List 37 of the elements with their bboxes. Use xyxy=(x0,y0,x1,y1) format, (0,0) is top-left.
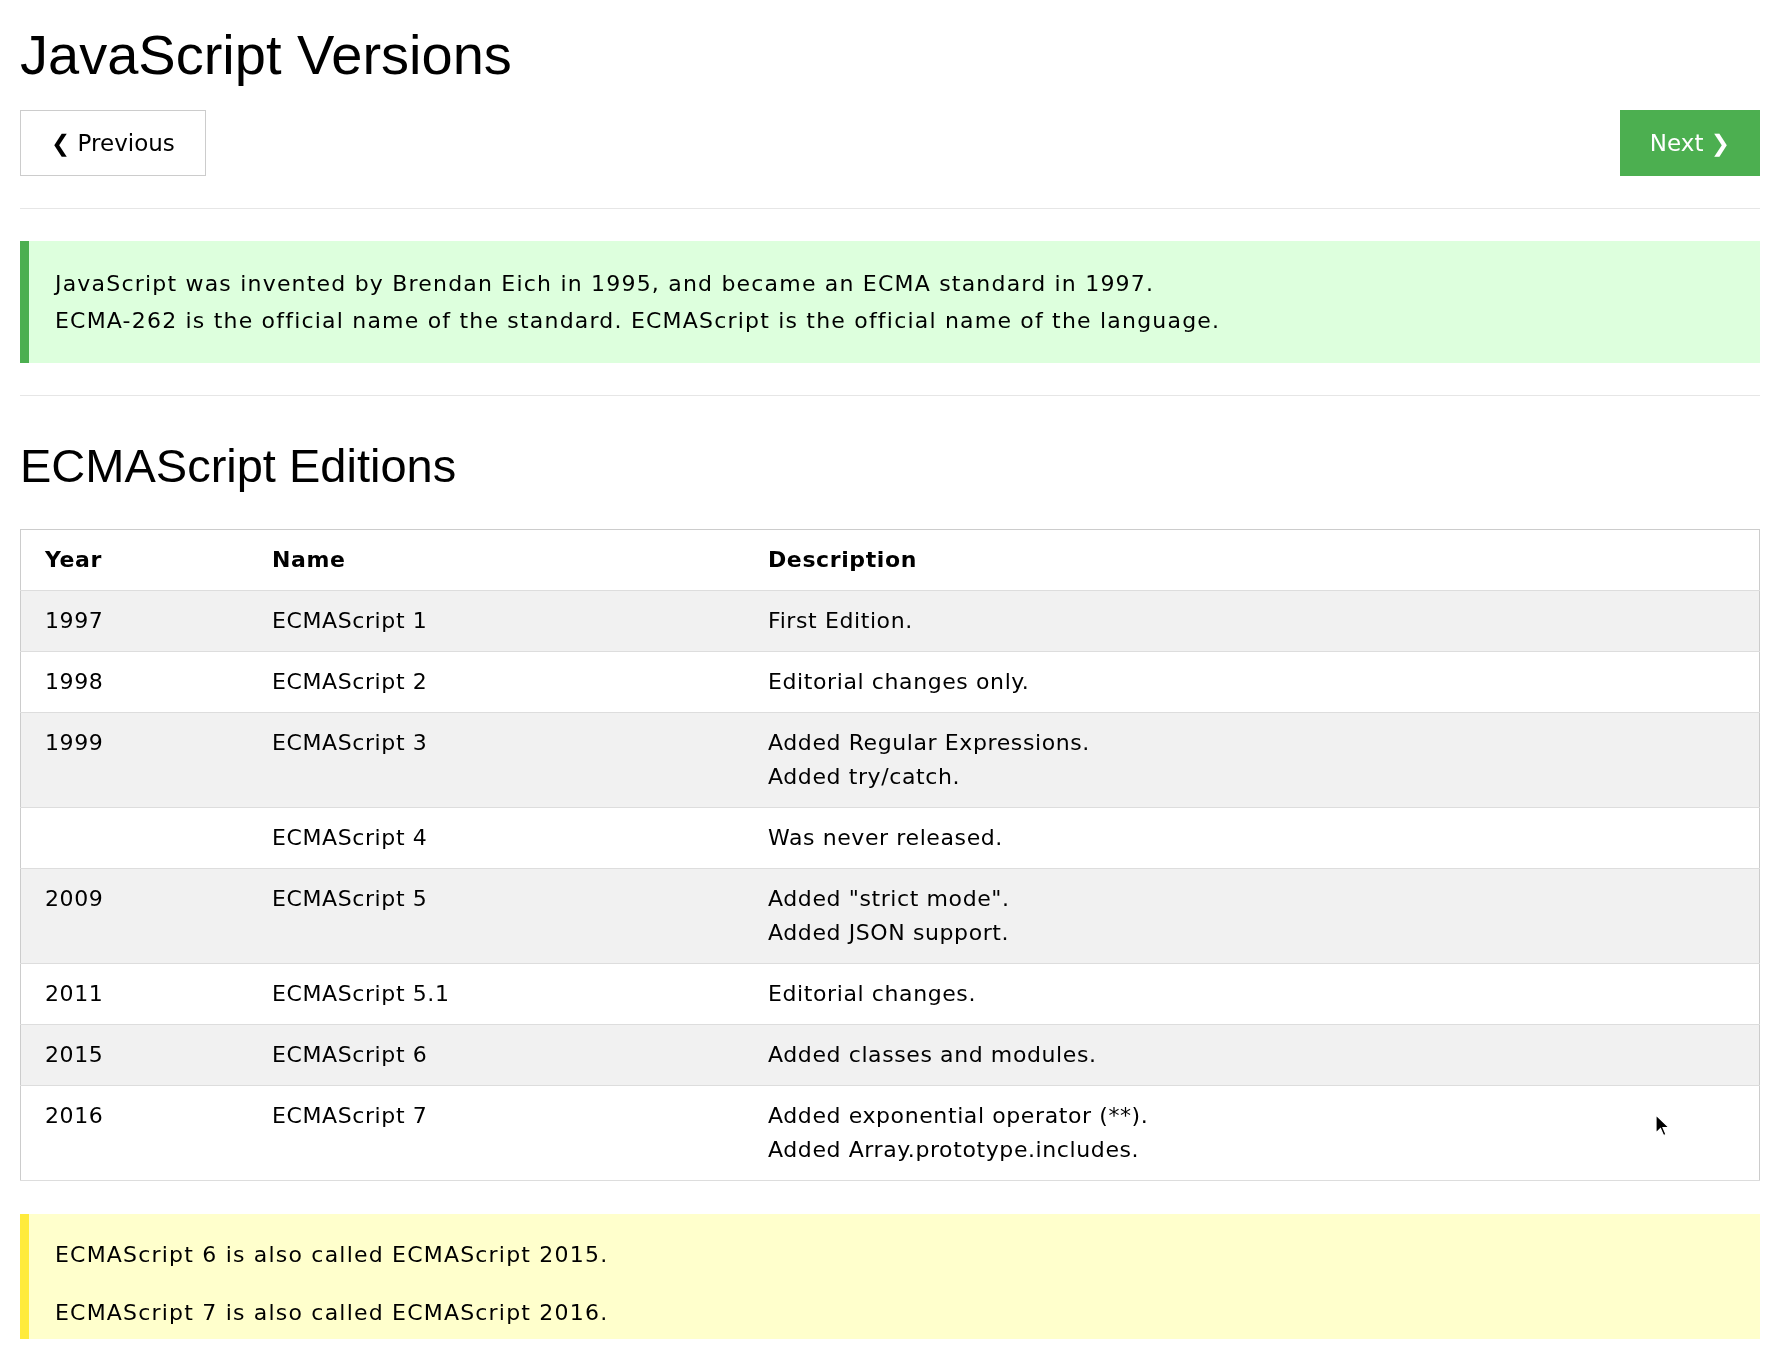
table-cell: Added "strict mode". xyxy=(768,882,1010,916)
column-header: Year xyxy=(20,529,248,591)
table-cell: Added exponential operator (**). xyxy=(768,1099,1149,1133)
column-header: Description xyxy=(744,529,1760,591)
table-cell: Added classes and modules. xyxy=(768,1038,1097,1072)
table-cell: 1999 xyxy=(45,730,104,755)
table-cell: 2011 xyxy=(45,981,104,1006)
table-cell: ECMAScript 3 xyxy=(272,730,428,755)
note-text: ECMAScript 6 is also called ECMAScript 2015. xyxy=(55,1241,610,1269)
table-cell: Added Array.prototype.includes. xyxy=(768,1133,1140,1167)
table-cell: 2009 xyxy=(45,886,104,911)
table-cell: Editorial changes. xyxy=(768,977,977,1011)
cursor-icon xyxy=(1655,1114,1671,1138)
column-header: Name xyxy=(248,529,744,591)
table-cell: Added Regular Expressions. xyxy=(768,726,1090,760)
table-cell: Added JSON support. xyxy=(768,916,1010,950)
section-heading: ECMAScript Editions xyxy=(20,438,458,494)
table-cell: ECMAScript 4 xyxy=(272,825,428,850)
note-text: JavaScript was invented by Brendan Eich in 1995, and became an ECMA standard in 1997. xyxy=(55,270,1156,298)
table-cell: ECMAScript 1 xyxy=(272,608,428,633)
table-cell: 2016 xyxy=(45,1103,104,1128)
table-cell: ECMAScript 6 xyxy=(272,1042,428,1067)
table-cell: ECMAScript 7 xyxy=(272,1103,428,1128)
table-cell: Was never released. xyxy=(768,821,1003,855)
table-cell: 1997 xyxy=(45,608,104,633)
table-cell: First Edition. xyxy=(768,604,913,638)
table-cell: ECMAScript 2 xyxy=(272,669,428,694)
table-cell: ECMAScript 5.1 xyxy=(272,981,450,1006)
page-title: JavaScript Versions xyxy=(20,22,513,88)
table-cell: Editorial changes only. xyxy=(768,665,1030,699)
table-cell: ECMAScript 5 xyxy=(272,886,428,911)
table-cell: Added try/catch. xyxy=(768,760,961,794)
table-cell: 2015 xyxy=(45,1042,104,1067)
note-text: ECMA-262 is the official name of the standard. ECMAScript is the official name of the language. xyxy=(55,307,1222,335)
previous-button[interactable]: ❮ Previous xyxy=(20,110,206,176)
table-cell: 1998 xyxy=(45,669,104,694)
note-text: ECMAScript 7 is also called ECMAScript 2016. xyxy=(55,1299,610,1327)
